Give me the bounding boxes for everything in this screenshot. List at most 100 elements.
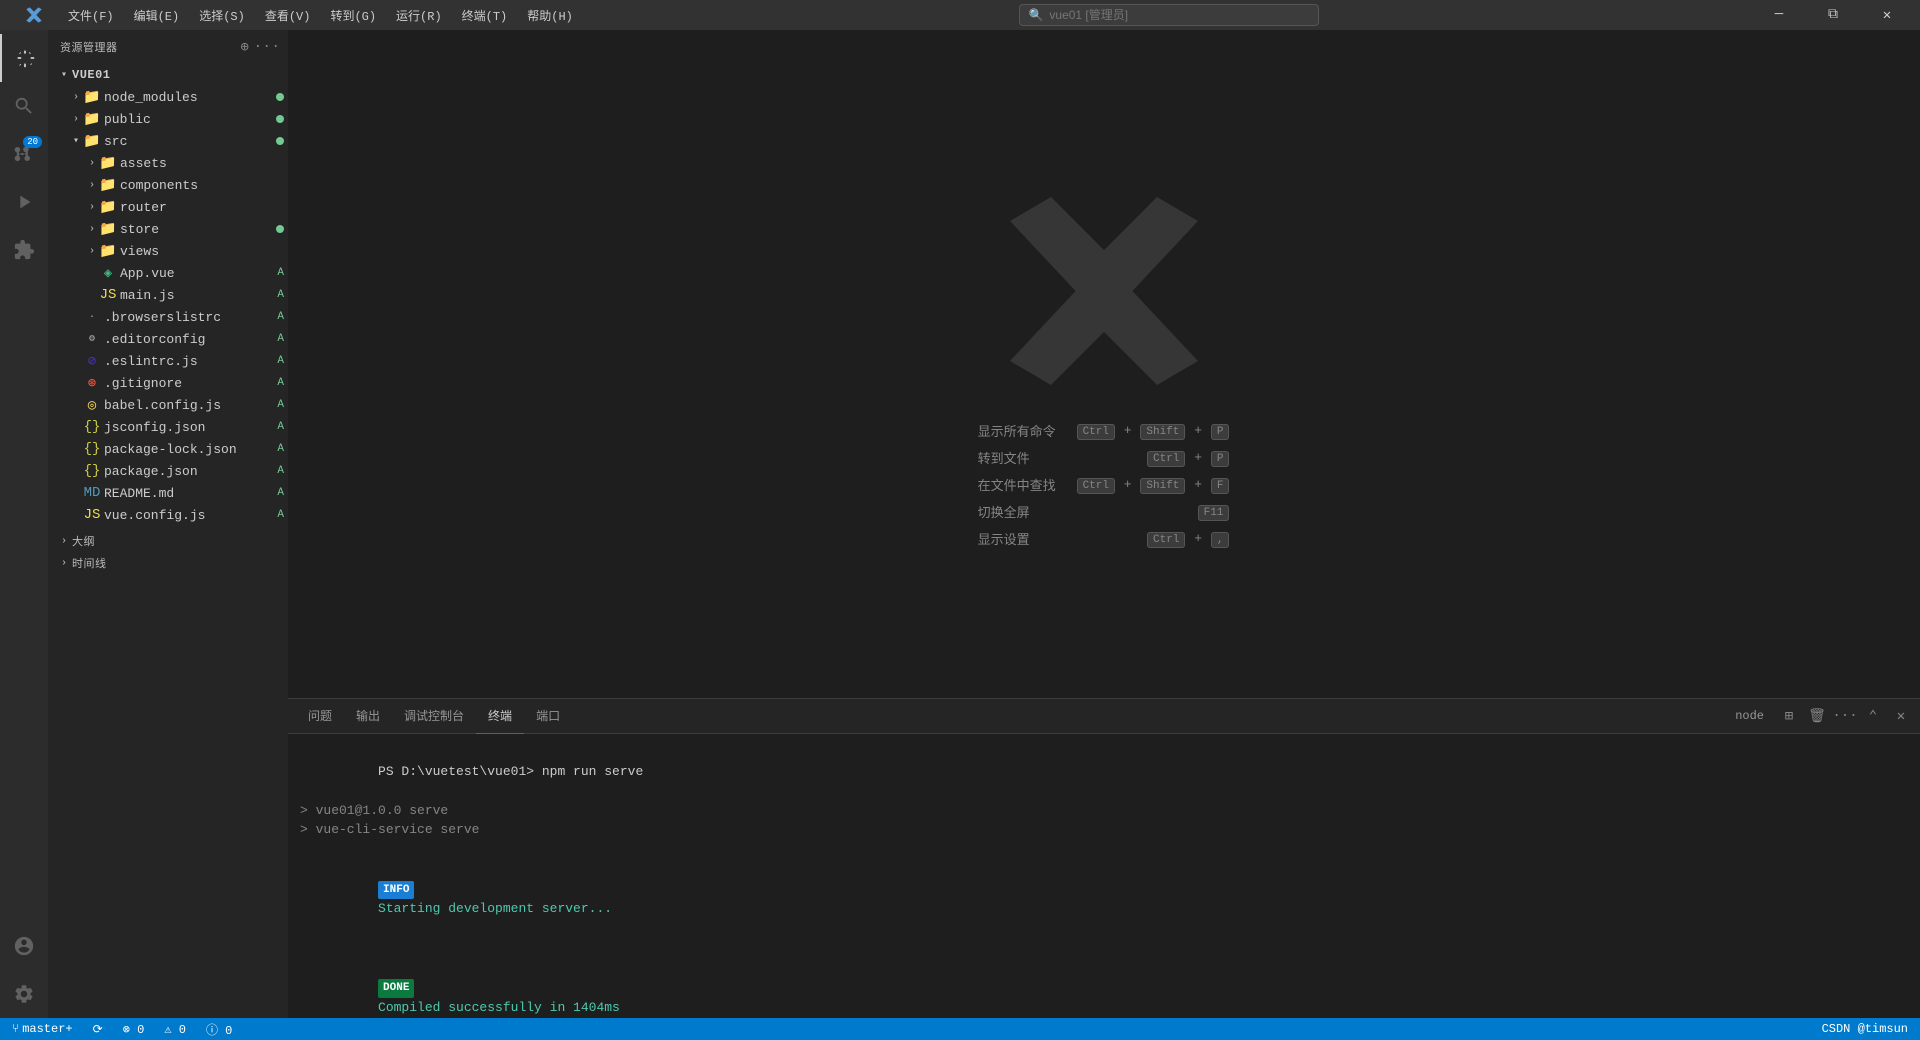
- tree-item-readme[interactable]: › MD README.md A: [48, 482, 288, 504]
- menu-run[interactable]: 运行(R): [386, 0, 452, 30]
- source-control-badge: 20: [23, 136, 42, 148]
- tree-item-eslintrc[interactable]: › ⊘ .eslintrc.js A: [48, 350, 288, 372]
- tree-item-package-lock[interactable]: › {} package-lock.json A: [48, 438, 288, 460]
- shortcut-goto-file: 转到文件 Ctrl + P: [978, 448, 1231, 467]
- tab-terminal[interactable]: 终端: [476, 699, 524, 734]
- panel-more-icon[interactable]: ···: [1834, 705, 1856, 727]
- account-icon[interactable]: [0, 922, 48, 970]
- tab-ports[interactable]: 端口: [524, 699, 572, 734]
- tree-item-app-vue[interactable]: › ◈ App.vue A: [48, 262, 288, 284]
- warnings-status[interactable]: ⚠ 0: [160, 1018, 190, 1040]
- tree-item-assets[interactable]: › 📁 assets: [48, 152, 288, 174]
- explorer-activity-icon[interactable]: [0, 34, 48, 82]
- badge-gitignore: A: [277, 377, 284, 389]
- sync-status[interactable]: ⟳: [89, 1018, 107, 1040]
- label-editorconfig: .editorconfig: [104, 332, 277, 347]
- root-label: VUE01: [72, 68, 288, 82]
- menu-edit[interactable]: 编辑(E): [124, 0, 190, 30]
- panel-close-icon[interactable]: ✕: [1890, 705, 1912, 727]
- run-activity-icon[interactable]: [0, 178, 48, 226]
- tree-item-package-json[interactable]: › {} package.json A: [48, 460, 288, 482]
- file-icon-readme: MD: [84, 485, 100, 501]
- timeline-section[interactable]: › 时间线: [48, 552, 288, 574]
- new-file-icon[interactable]: ⊕: [236, 38, 254, 56]
- errors-status[interactable]: ⊗ 0: [119, 1018, 149, 1040]
- split-terminal-icon[interactable]: ⊞: [1778, 705, 1800, 727]
- source-control-activity-icon[interactable]: 20: [0, 130, 48, 178]
- arrow-components: ›: [84, 177, 100, 193]
- menu-terminal[interactable]: 终端(T): [452, 0, 518, 30]
- tree-item-node-modules[interactable]: › 📁 node_modules: [48, 86, 288, 108]
- folder-icon-router: 📁: [100, 199, 116, 215]
- more-actions-icon[interactable]: ···: [258, 38, 276, 56]
- label-assets: assets: [120, 156, 288, 171]
- file-icon-jsconfig: {}: [84, 419, 100, 435]
- arrow-assets: ›: [84, 155, 100, 171]
- terminal-line-2: > vue-cli-service serve: [300, 820, 1908, 840]
- tree-item-views[interactable]: › 📁 views: [48, 240, 288, 262]
- tree-item-main-js[interactable]: › JS main.js A: [48, 284, 288, 306]
- badge-main-js: A: [277, 289, 284, 301]
- titlebar: 文件(F) 编辑(E) 选择(S) 查看(V) 转到(G) 运行(R) 终端(T…: [0, 0, 1920, 30]
- main-layout: 20 资源管理器: [0, 30, 1920, 1018]
- tree-item-vue-config[interactable]: › JS vue.config.js A: [48, 504, 288, 526]
- tree-item-src[interactable]: ▾ 📁 src: [48, 130, 288, 152]
- search-bar[interactable]: 🔍: [1019, 4, 1319, 26]
- tree-item-babel-config[interactable]: › ◎ babel.config.js A: [48, 394, 288, 416]
- outline-label: 大纲: [72, 533, 288, 549]
- timeline-label: 时间线: [72, 555, 288, 571]
- tree-item-router[interactable]: › 📁 router: [48, 196, 288, 218]
- label-node-modules: node_modules: [104, 90, 276, 105]
- search-activity-icon[interactable]: [0, 82, 48, 130]
- restore-button[interactable]: ⧉: [1810, 0, 1856, 30]
- terminal-content[interactable]: PS D:\vuetest\vue01> npm run serve > vue…: [288, 734, 1920, 1018]
- search-input[interactable]: [1049, 8, 1310, 22]
- sync-icon: ⟳: [93, 1022, 103, 1037]
- menu-file[interactable]: 文件(F): [58, 0, 124, 30]
- tree-item-gitignore[interactable]: › ⊛ .gitignore A: [48, 372, 288, 394]
- arrow-outline: ›: [56, 533, 72, 549]
- extensions-activity-icon[interactable]: [0, 226, 48, 274]
- menu-view[interactable]: 查看(V): [255, 0, 321, 30]
- label-package-lock: package-lock.json: [104, 442, 277, 457]
- tree-item-jsconfig[interactable]: › {} jsconfig.json A: [48, 416, 288, 438]
- menu-goto[interactable]: 转到(G): [320, 0, 386, 30]
- csdn-text: CSDN @timsun: [1822, 1022, 1908, 1036]
- file-icon-gitignore: ⊛: [84, 375, 100, 391]
- menu-help[interactable]: 帮助(H): [517, 0, 583, 30]
- shortcut-settings: 显示设置 Ctrl + ,: [978, 529, 1231, 548]
- tree-item-components[interactable]: › 📁 components: [48, 174, 288, 196]
- tab-debug-console[interactable]: 调试控制台: [392, 699, 476, 734]
- minimize-button[interactable]: ─: [1756, 0, 1802, 30]
- badge-editorconfig: A: [277, 333, 284, 345]
- git-branch-icon: ⑂: [12, 1022, 19, 1036]
- settings-icon[interactable]: [0, 970, 48, 1018]
- file-tree: ▾ VUE01 › 📁 node_modules › 📁 public ▾ 📁: [48, 64, 288, 1018]
- kill-terminal-icon[interactable]: 🗑: [1806, 705, 1828, 727]
- menu-select[interactable]: 选择(S): [189, 0, 255, 30]
- tree-root-vue01[interactable]: ▾ VUE01: [48, 64, 288, 86]
- tab-problems[interactable]: 问题: [296, 699, 344, 734]
- git-branch-status[interactable]: ⑂ master+: [8, 1018, 77, 1040]
- tree-item-browserslistrc[interactable]: › · .browserslistrc A: [48, 306, 288, 328]
- close-button[interactable]: ✕: [1864, 0, 1910, 30]
- dot-node-modules: [276, 93, 284, 101]
- file-icon-package-json: {}: [84, 463, 100, 479]
- outline-section[interactable]: › 大纲: [48, 530, 288, 552]
- panel-maximize-icon[interactable]: ⌃: [1862, 705, 1884, 727]
- file-icon-app-vue: ◈: [100, 265, 116, 281]
- csdn-status[interactable]: CSDN @timsun: [1818, 1018, 1912, 1040]
- tree-item-editorconfig[interactable]: › ⚙ .editorconfig A: [48, 328, 288, 350]
- tab-output[interactable]: 输出: [344, 699, 392, 734]
- tree-item-public[interactable]: › 📁 public: [48, 108, 288, 130]
- label-browserslistrc: .browserslistrc: [104, 310, 277, 325]
- status-bar-right: CSDN @timsun: [1818, 1018, 1912, 1040]
- tree-item-store[interactable]: › 📁 store: [48, 218, 288, 240]
- root-arrow: ▾: [56, 67, 72, 83]
- terminal-info-line: INFO Starting development server...: [300, 859, 1908, 938]
- info-status[interactable]: ⓘ 0: [202, 1018, 236, 1040]
- warning-icon: ⚠ 0: [164, 1022, 186, 1037]
- badge-babel-config: A: [277, 399, 284, 411]
- vscode-icon: [10, 0, 58, 30]
- shortcuts-list: 显示所有命令 Ctrl + Shift + P 转到文件 Ctrl + P 在文…: [978, 421, 1231, 548]
